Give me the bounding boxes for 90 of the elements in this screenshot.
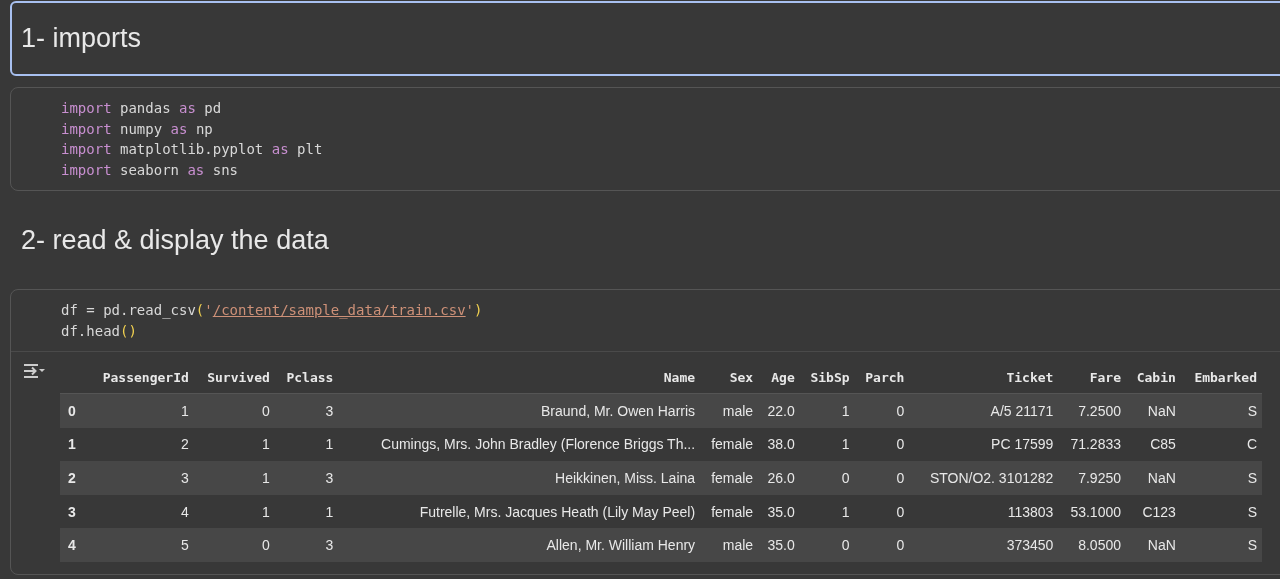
code-cell[interactable]: import pandas as pd import numpy as np import matplotlib.pyplot as plt import seaborn as sns bbox=[10, 87, 1280, 191]
table-cell: 1 bbox=[193, 494, 275, 529]
code-cell[interactable] bbox=[10, 289, 1280, 575]
table-cell: A/5 21171 bbox=[909, 393, 1059, 428]
table-cell: 22.0 bbox=[758, 393, 800, 428]
table-cell: 38.0 bbox=[758, 427, 800, 462]
table-cell: male bbox=[700, 393, 759, 428]
table-cell: 3 bbox=[274, 461, 339, 495]
table-cell: 2 bbox=[86, 427, 194, 462]
table-cell: 113803 bbox=[909, 494, 1059, 529]
table-cell: 26.0 bbox=[758, 461, 800, 495]
text-cell[interactable]: 1- imports bbox=[10, 1, 1280, 76]
table-cell: 1 bbox=[799, 494, 855, 529]
column-header: Name bbox=[338, 364, 701, 394]
table-cell: female bbox=[700, 494, 759, 529]
column-header: Sex bbox=[700, 364, 759, 394]
table-cell: 5 bbox=[86, 528, 194, 562]
table-cell: 0 bbox=[854, 494, 910, 529]
row-index: 4 bbox=[60, 528, 87, 562]
column-header: Parch bbox=[854, 364, 910, 394]
section-heading: 1- imports bbox=[21, 23, 142, 54]
text-cell[interactable]: 2- read & display the data bbox=[10, 191, 1280, 289]
column-header: Age bbox=[758, 364, 800, 394]
table-cell: S bbox=[1180, 528, 1262, 562]
table-cell: 3 bbox=[274, 393, 339, 428]
table-cell: 0 bbox=[193, 393, 275, 428]
table-cell: STON/O2. 3101282 bbox=[909, 461, 1059, 495]
table-cell: female bbox=[700, 427, 759, 462]
code-line: df = pd.read_csv('/content/sample_data/train.csv') bbox=[61, 301, 483, 321]
table-cell: 3 bbox=[274, 528, 339, 562]
table-cell: Futrelle, Mrs. Jacques Heath (Lily May Peel) bbox=[338, 494, 701, 529]
code-line: import seaborn as sns bbox=[61, 160, 238, 180]
table-cell: 35.0 bbox=[758, 494, 800, 529]
table-cell: 0 bbox=[799, 528, 855, 562]
code-line: import matplotlib.pyplot as plt bbox=[61, 140, 323, 159]
table-cell: C bbox=[1180, 427, 1262, 462]
section-heading: 2- read & display the data bbox=[21, 224, 329, 256]
column-header: Survived bbox=[193, 364, 275, 394]
table-cell: 0 bbox=[854, 461, 910, 495]
table-cell: 1 bbox=[799, 427, 855, 462]
table-cell: 8.0500 bbox=[1058, 528, 1126, 562]
row-index: 2 bbox=[60, 461, 87, 495]
table-cell: 71.2833 bbox=[1058, 427, 1126, 462]
table-cell: 7.2500 bbox=[1058, 393, 1126, 428]
output-toggle-icon[interactable] bbox=[22, 362, 46, 380]
table-cell: 1 bbox=[274, 494, 339, 529]
table-cell: Allen, Mr. William Henry bbox=[338, 528, 701, 562]
code-line: df.head() bbox=[61, 321, 137, 341]
table-cell: 3 bbox=[86, 461, 194, 495]
table-cell: 0 bbox=[854, 427, 910, 462]
column-header: SibSp bbox=[799, 364, 855, 394]
table-cell: 0 bbox=[799, 461, 855, 495]
code-line: import pandas as pd bbox=[61, 99, 222, 118]
table-cell: S bbox=[1180, 494, 1262, 529]
row-index: 3 bbox=[60, 494, 87, 529]
table-cell: 1 bbox=[86, 393, 194, 428]
column-header: Cabin bbox=[1126, 364, 1181, 394]
table-cell: male bbox=[700, 528, 759, 562]
table-cell: NaN bbox=[1126, 528, 1181, 562]
column-header: PassengerId bbox=[86, 364, 194, 394]
table-cell: 4 bbox=[86, 494, 194, 529]
table-cell: 373450 bbox=[909, 528, 1059, 562]
table-cell: female bbox=[700, 461, 759, 495]
code-line: import numpy as np bbox=[61, 119, 213, 139]
table-cell: Heikkinen, Miss. Laina bbox=[338, 461, 701, 495]
table-cell: 1 bbox=[193, 461, 275, 495]
table-cell: 1 bbox=[274, 427, 339, 462]
table-cell: 0 bbox=[854, 393, 910, 428]
table-cell: S bbox=[1180, 461, 1262, 495]
column-header: Pclass bbox=[274, 364, 339, 394]
table-cell: NaN bbox=[1126, 461, 1181, 495]
table-cell: 7.9250 bbox=[1058, 461, 1126, 495]
row-index: 1 bbox=[60, 427, 87, 462]
column-header: Embarked bbox=[1180, 364, 1262, 394]
table-cell: 0 bbox=[854, 528, 910, 562]
column-header: Ticket bbox=[909, 364, 1059, 394]
table-cell: 35.0 bbox=[758, 528, 800, 562]
column-header: Fare bbox=[1058, 364, 1126, 394]
row-index: 0 bbox=[60, 393, 87, 428]
table-cell: C123 bbox=[1126, 494, 1181, 529]
table-cell: 53.1000 bbox=[1058, 494, 1126, 529]
table-cell: Braund, Mr. Owen Harris bbox=[338, 393, 701, 428]
table-cell: Cumings, Mrs. John Bradley (Florence Briggs Th... bbox=[338, 427, 701, 462]
table-cell: PC 17599 bbox=[909, 427, 1059, 462]
table-cell: NaN bbox=[1126, 393, 1181, 428]
table-cell: 0 bbox=[193, 528, 275, 562]
table-cell: C85 bbox=[1126, 427, 1181, 462]
table-cell: 1 bbox=[193, 427, 275, 462]
table-cell: 1 bbox=[799, 393, 855, 428]
table-cell: S bbox=[1180, 393, 1262, 428]
